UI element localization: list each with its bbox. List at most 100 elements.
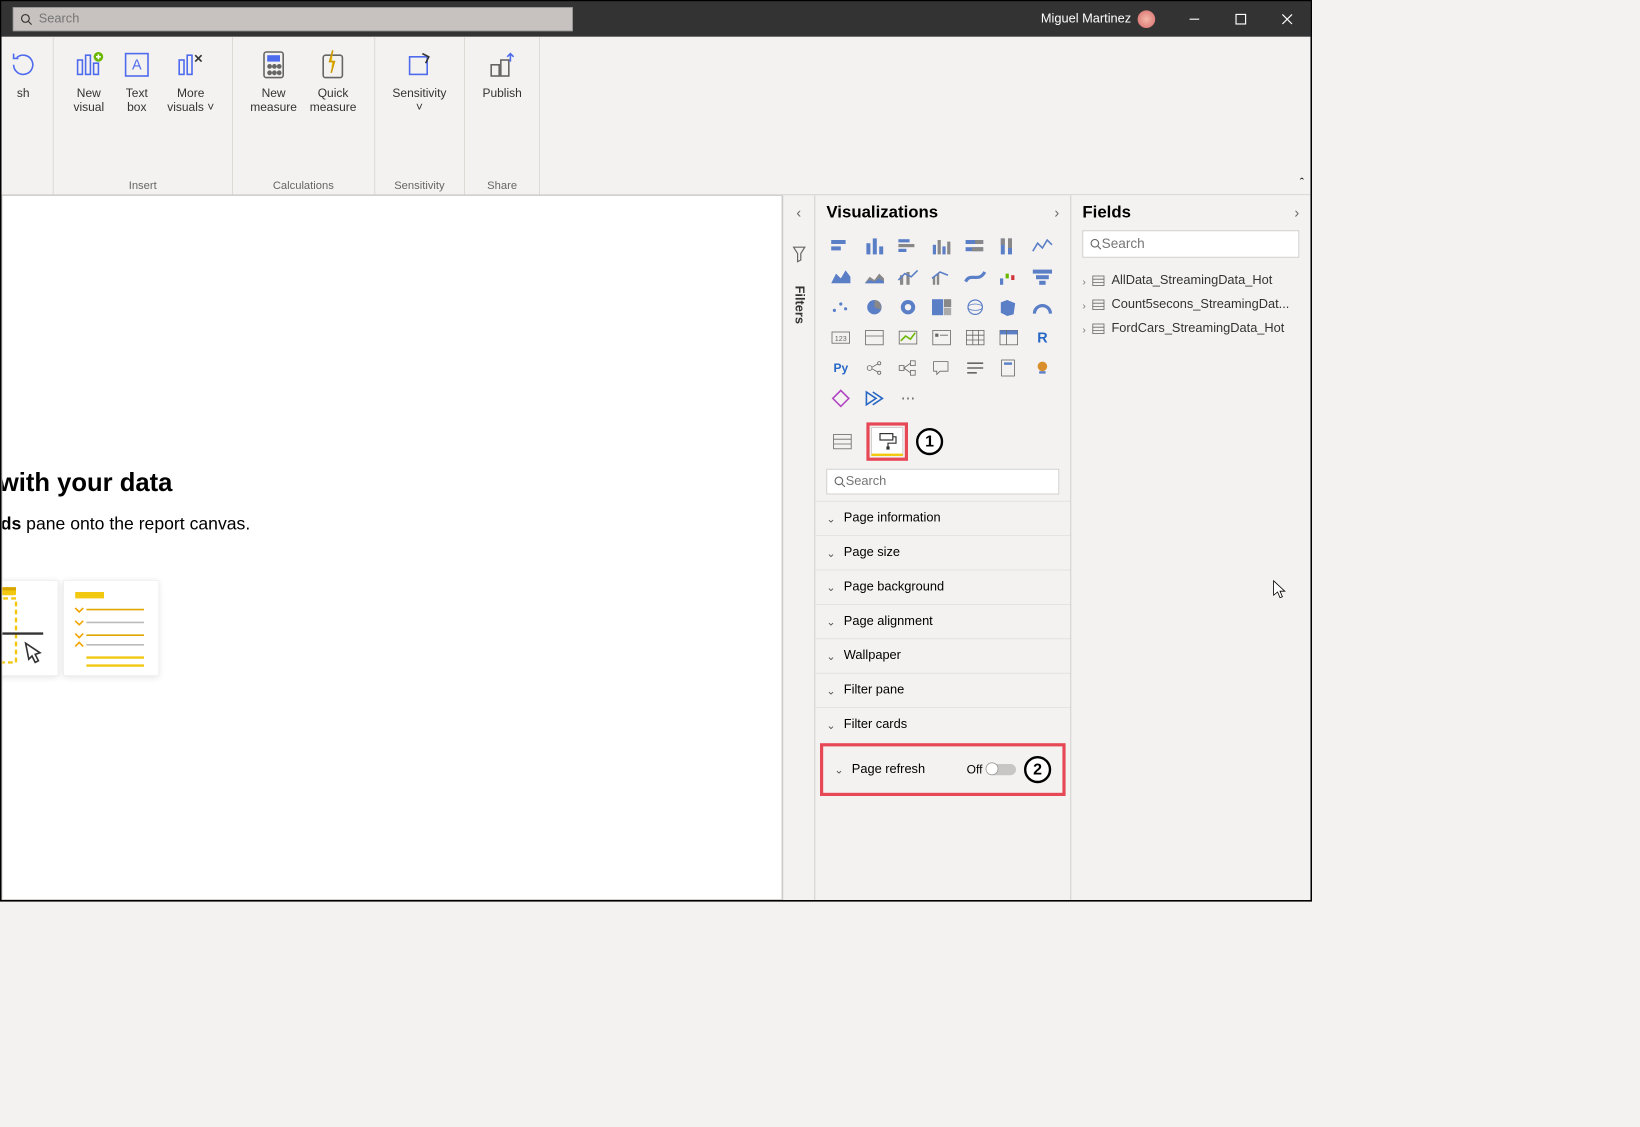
refresh-fragment-button[interactable]: sh [5,45,42,104]
viz-table[interactable] [961,325,990,351]
search-icon [1090,238,1102,251]
quick-measure-button[interactable]: Quick measure [303,45,362,119]
viz-treemap[interactable] [927,294,956,320]
global-search-input[interactable] [39,12,566,26]
viz-filled-map[interactable] [994,294,1023,320]
chevron-right-icon: › [1082,275,1085,287]
ribbon-group-insert: Insert [129,172,157,191]
sensitivity-button[interactable]: Sensitivity˅ [386,45,453,119]
canvas-subtitle: Fields pane onto the report canvas. [2,514,251,535]
viz-map[interactable] [961,294,990,320]
chevron-right-icon[interactable]: › [1294,204,1299,221]
viz-card[interactable]: 123 [826,325,855,351]
chevron-down-icon: ⌄ [826,546,835,560]
user-name[interactable]: Miguel Martinez [1041,12,1131,26]
chevron-left-icon[interactable]: ‹ [796,205,801,222]
viz-more[interactable]: ⋯ [894,386,923,412]
viz-stacked-column[interactable] [860,234,889,260]
table-item[interactable]: ›AllData_StreamingData_Hot [1082,269,1299,293]
chevron-down-icon: ˅ [207,101,214,115]
publish-button[interactable]: Publish [476,45,528,104]
viz-line[interactable] [1028,234,1057,260]
viz-100-bar[interactable] [961,234,990,260]
section-page-information[interactable]: ⌄Page information [815,501,1070,535]
chevron-down-icon: ⌄ [826,684,835,698]
viz-100-column[interactable] [994,234,1023,260]
visualizations-title: Visualizations [826,203,938,222]
svg-text:123: 123 [835,334,847,343]
viz-r[interactable]: R [1028,325,1057,351]
fields-tab[interactable] [826,427,858,456]
new-measure-icon [257,48,291,82]
visualizations-pane: Visualizations › [814,195,1070,900]
cursor-icon [1272,579,1288,598]
canvas-illustration [2,580,160,676]
viz-gauge[interactable] [1028,294,1057,320]
chevron-down-icon: ⌄ [826,615,835,629]
viz-donut[interactable] [894,294,923,320]
format-tab[interactable] [871,427,903,456]
fields-tab-icon [832,432,853,451]
window-close-button[interactable] [1264,2,1310,37]
viz-power-automate[interactable] [860,386,889,412]
viz-key-influencers[interactable] [860,355,889,381]
table-item[interactable]: ›Count5secons_StreamingDat... [1082,293,1299,317]
more-visuals-button[interactable]: More visuals ˅ [161,45,221,119]
fields-search[interactable] [1082,230,1299,257]
viz-waterfall[interactable] [994,264,1023,290]
ribbon-group-calc: Calculations [273,172,334,191]
viz-kpi[interactable] [894,325,923,351]
collapse-ribbon-button[interactable]: ˆ [1300,177,1304,191]
format-search-input[interactable] [846,474,1052,488]
search-icon [834,475,846,488]
section-wallpaper[interactable]: ⌄Wallpaper [815,638,1070,672]
text-box-button[interactable]: A Text box [113,45,161,119]
viz-smart-narrative[interactable] [961,355,990,381]
chevron-right-icon[interactable]: › [1054,204,1059,221]
fields-search-input[interactable] [1102,236,1292,252]
viz-pie[interactable] [860,294,889,320]
viz-multirow-card[interactable] [860,325,889,351]
viz-clustered-column[interactable] [927,234,956,260]
viz-matrix[interactable] [994,325,1023,351]
viz-funnel[interactable] [1028,264,1057,290]
new-measure-button[interactable]: New measure [244,45,303,119]
global-search[interactable] [13,7,573,31]
search-icon [20,13,32,26]
new-visual-button[interactable]: New visual [65,45,113,119]
viz-qna[interactable] [927,355,956,381]
section-filter-cards[interactable]: ⌄Filter cards [815,707,1070,741]
viz-python[interactable]: Py [826,355,855,381]
viz-line-column[interactable] [894,264,923,290]
section-page-alignment[interactable]: ⌄Page alignment [815,604,1070,638]
section-filter-pane[interactable]: ⌄Filter pane [815,673,1070,707]
viz-clustered-bar[interactable] [894,234,923,260]
section-page-size[interactable]: ⌄Page size [815,535,1070,569]
viz-paginated[interactable] [994,355,1023,381]
format-search[interactable] [826,469,1059,495]
section-page-refresh[interactable]: ⌄ Page refresh Off 2 [820,743,1066,796]
table-icon [1092,275,1105,286]
viz-decomposition[interactable] [894,355,923,381]
viz-stacked-area[interactable] [860,264,889,290]
window-maximize-button[interactable] [1218,2,1264,37]
table-item[interactable]: ›FordCars_StreamingData_Hot [1082,317,1299,341]
ribbon: sh New visual A Text box More visuals ˅ … [2,37,1311,195]
viz-arcgis[interactable] [1028,355,1057,381]
viz-slicer[interactable] [927,325,956,351]
chevron-down-icon: ⌄ [826,718,835,732]
viz-scatter[interactable] [826,294,855,320]
viz-stacked-bar[interactable] [826,234,855,260]
quick-measure-icon [316,48,350,82]
viz-ribbon[interactable] [961,264,990,290]
viz-power-apps[interactable] [826,386,855,412]
viz-line-clustered[interactable] [927,264,956,290]
filters-pane-collapsed[interactable]: ‹ Filters [782,195,814,900]
section-page-background[interactable]: ⌄Page background [815,570,1070,604]
window-minimize-button[interactable] [1171,2,1217,37]
report-canvas[interactable]: ls with your data Fields pane onto the r… [2,195,783,900]
chevron-down-icon: ⌄ [834,763,843,777]
page-refresh-toggle[interactable]: Off [967,763,1016,777]
avatar[interactable] [1138,10,1156,28]
viz-area[interactable] [826,264,855,290]
